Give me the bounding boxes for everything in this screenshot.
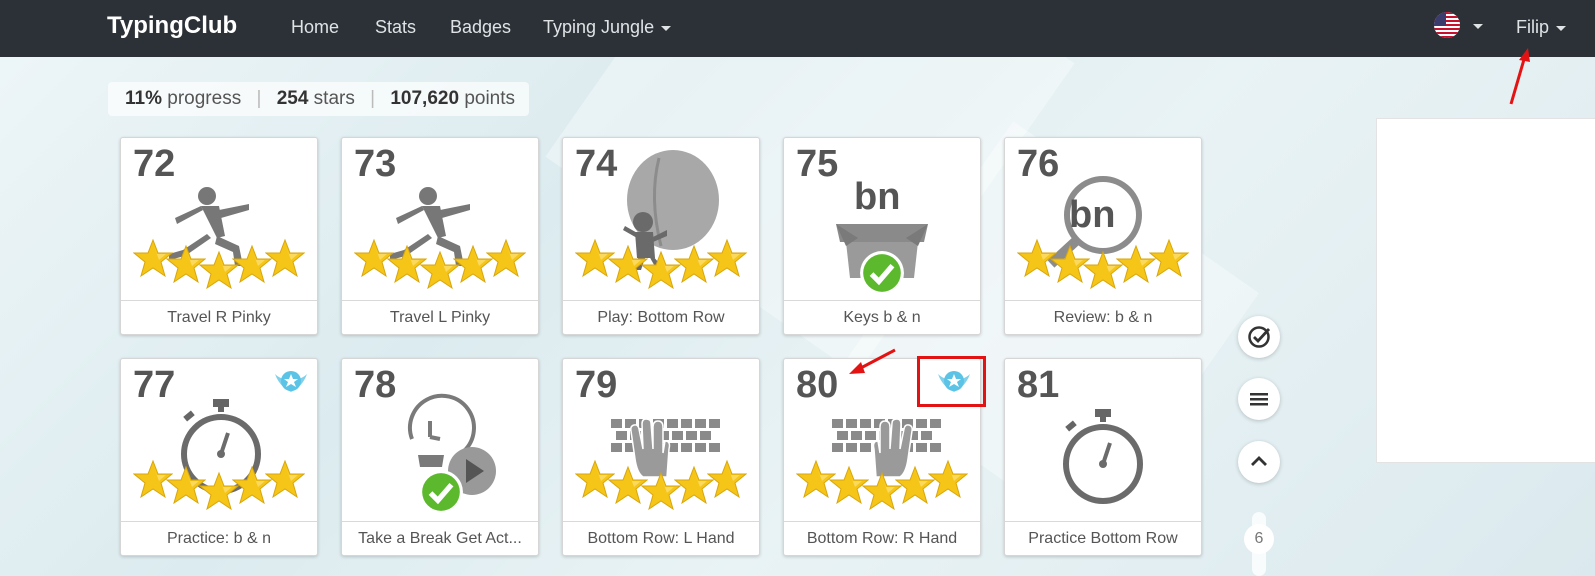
star-rating: [133, 460, 305, 510]
star-rating: [575, 239, 747, 289]
user-name: Filip: [1516, 17, 1550, 37]
lesson-card-77[interactable]: 77 Practice: b & n: [120, 358, 318, 556]
lesson-title: Take a Break Get Act...: [342, 521, 538, 555]
lesson-number: 80: [796, 364, 839, 406]
progress-percent: 11%: [125, 88, 162, 109]
us-flag-icon[interactable]: [1434, 12, 1460, 38]
lesson-title: Keys b & n: [784, 300, 980, 334]
lesson-card-74[interactable]: 74 Play: Bottom Row: [562, 137, 760, 335]
lesson-card-81[interactable]: 81 Practice Bottom Row: [1004, 358, 1202, 556]
side-panel: [1376, 118, 1595, 463]
nav-badges[interactable]: Badges: [450, 17, 511, 38]
brand-logo[interactable]: TypingClub: [107, 12, 237, 40]
lesson-card-72[interactable]: 72 Travel R Pinky: [120, 137, 318, 335]
stopwatch-icon: [1058, 407, 1148, 507]
lesson-title: Bottom Row: L Hand: [563, 521, 759, 555]
annotation-highlight-box: [917, 356, 986, 407]
lesson-card-78[interactable]: 78 Take a Break Get Act...: [341, 358, 539, 556]
lesson-card-76[interactable]: 76 bn Review: b & n: [1004, 137, 1202, 335]
star-rating: [354, 239, 526, 289]
lesson-title: Practice: b & n: [121, 521, 317, 555]
nav-home[interactable]: Home: [291, 17, 339, 38]
page-number: 6: [1244, 524, 1274, 554]
nav-typing-jungle-label: Typing Jungle: [543, 17, 655, 37]
review-letters: bn: [1069, 194, 1116, 236]
top-navbar: TypingClub Home Stats Badges Typing Jung…: [0, 0, 1595, 57]
star-rating: [796, 460, 968, 510]
progress-label: progress: [167, 88, 242, 109]
lesson-number: 79: [575, 364, 618, 406]
lesson-card-73[interactable]: 73 Travel L Pinky: [341, 137, 539, 335]
check-progress-button[interactable]: [1238, 316, 1280, 358]
completed-check-icon: [418, 469, 464, 515]
menu-button[interactable]: [1238, 378, 1280, 420]
star-rating: [1017, 239, 1189, 289]
chevron-up-icon: [1251, 456, 1267, 466]
badge-icon: [275, 371, 307, 392]
stars-label: stars: [313, 88, 355, 109]
check-circle-icon: [1248, 326, 1271, 348]
lesson-number: 81: [1017, 364, 1060, 406]
lesson-title: Bottom Row: R Hand: [784, 521, 980, 555]
lesson-card-75[interactable]: 75 bn Keys b & n: [783, 137, 981, 335]
lesson-title: Play: Bottom Row: [563, 300, 759, 334]
completed-check-icon: [859, 250, 905, 296]
lesson-number: 77: [133, 364, 176, 406]
lesson-title: Travel L Pinky: [342, 300, 538, 334]
points-count: 107,620: [390, 88, 460, 109]
star-rating: [575, 460, 747, 510]
user-menu[interactable]: Filip: [1516, 17, 1567, 38]
nav-stats[interactable]: Stats: [375, 17, 416, 38]
stars-count: 254: [276, 88, 309, 109]
lesson-title: Review: b & n: [1005, 300, 1201, 334]
menu-icon: [1250, 393, 1268, 406]
nav-typing-jungle[interactable]: Typing Jungle: [543, 17, 672, 38]
scroll-up-button[interactable]: [1238, 441, 1280, 483]
lesson-title: Travel R Pinky: [121, 300, 317, 334]
chevron-down-icon: [661, 25, 672, 31]
annotation-arrow-icon: [1509, 48, 1530, 105]
progress-summary: 11% progress | 254 stars | 107,620 point…: [108, 82, 530, 116]
star-rating: [133, 239, 305, 289]
lesson-card-79[interactable]: 79 Bottom Row: L Hand: [562, 358, 760, 556]
language-chevron-down-icon[interactable]: [1473, 24, 1483, 29]
chevron-down-icon: [1556, 25, 1567, 31]
annotation-arrow-icon: [849, 348, 896, 374]
points-label: points: [464, 88, 516, 109]
lesson-title: Practice Bottom Row: [1005, 521, 1201, 555]
